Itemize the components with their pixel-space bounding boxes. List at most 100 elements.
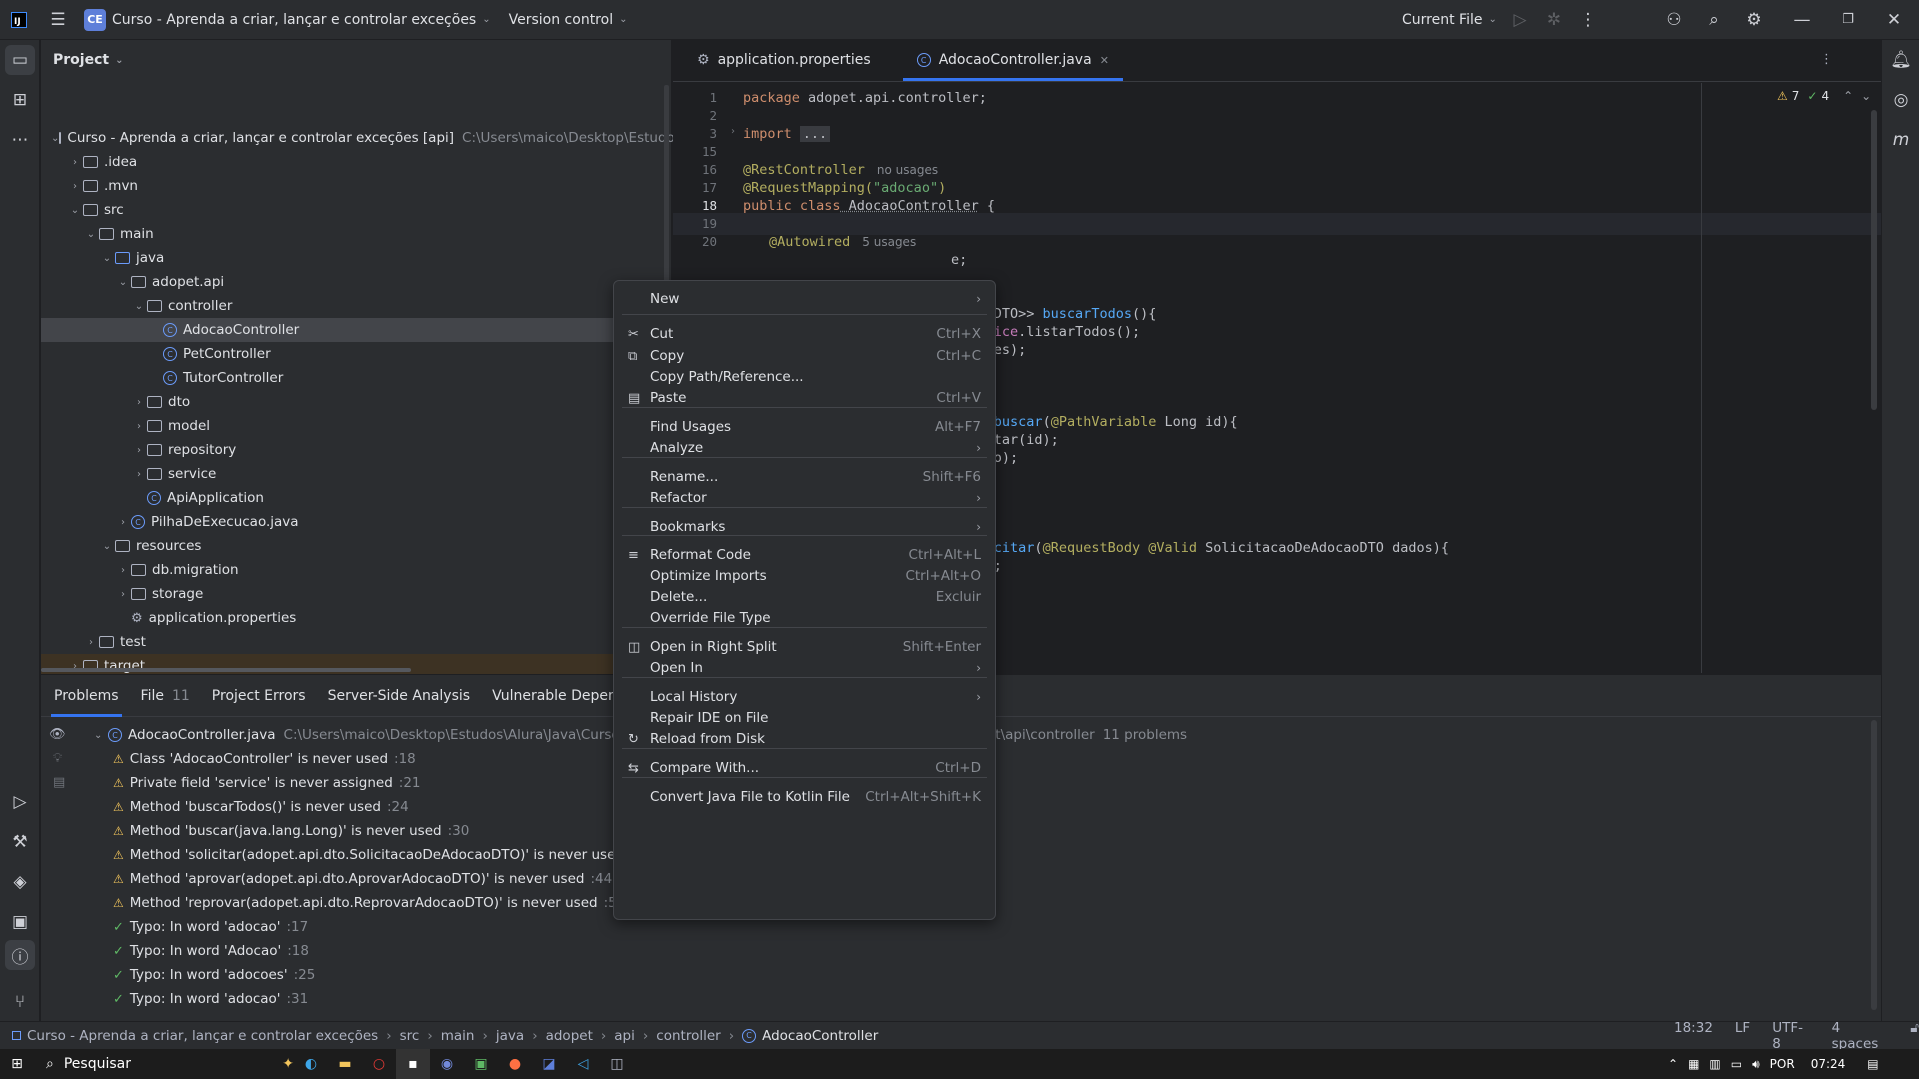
tab-application-properties[interactable]: ⚙ application.properties: [683, 39, 885, 81]
problem-item[interactable]: ⚠ Class 'AdocaoController' is never used:…: [113, 747, 416, 771]
line-ending[interactable]: LF: [1735, 1020, 1750, 1052]
chevron-right-icon[interactable]: ›: [67, 157, 83, 168]
chevron-right-icon[interactable]: ›: [131, 421, 147, 432]
run-icon[interactable]: ▷: [1502, 2, 1538, 38]
problem-item[interactable]: ⚠ Method 'reprovar(adopet.api.dto.Reprova…: [113, 891, 625, 915]
breadcrumb-item[interactable]: java: [496, 1028, 524, 1044]
discord-icon[interactable]: ◉: [430, 1049, 464, 1079]
chevron-right-icon[interactable]: ›: [115, 517, 131, 528]
tab-adocao-controller[interactable]: C AdocaoController.java ✕: [902, 39, 1124, 81]
breadcrumb-item[interactable]: api: [614, 1028, 635, 1044]
terminal-icon[interactable]: ▣: [0, 902, 40, 942]
tree-item[interactable]: ⌄ adopet.api: [41, 270, 661, 294]
chevron-down-icon[interactable]: ⌄: [99, 541, 115, 552]
tree-item[interactable]: C TutorController: [41, 366, 661, 390]
tree-item[interactable]: › .mvn: [41, 174, 661, 198]
pycharm-icon[interactable]: ▣: [464, 1049, 498, 1079]
git-icon[interactable]: ⑂: [0, 982, 40, 1022]
postman-icon[interactable]: ●: [498, 1049, 532, 1079]
tree-item[interactable]: › C PilhaDeExecucao.java: [41, 510, 661, 534]
problem-item[interactable]: ⚠ Method 'buscar(java.lang.Long)' is neve…: [113, 819, 469, 843]
eye-icon[interactable]: 👁︎: [49, 727, 66, 742]
notification-center-icon[interactable]: ▤: [1867, 1057, 1878, 1071]
chevron-down-icon[interactable]: ⌄: [131, 301, 147, 312]
tree-item[interactable]: ⌄ controller: [41, 294, 661, 318]
chevron-up-icon[interactable]: ⌃: [1668, 1057, 1678, 1071]
problem-item[interactable]: ⚠ Private field 'service' is never assign…: [113, 771, 421, 795]
menu-item[interactable]: Bookmarks ›: [614, 514, 995, 540]
chevron-right-icon[interactable]: ›: [131, 445, 147, 456]
tabs-more-icon[interactable]: ⋮: [1820, 52, 1833, 67]
chevron-right-icon[interactable]: ›: [83, 637, 99, 648]
breadcrumb-item[interactable]: AdocaoController: [762, 1028, 878, 1044]
language-indicator[interactable]: POR: [1770, 1057, 1795, 1071]
chevron-down-icon[interactable]: ⌄: [115, 277, 131, 288]
chevron-right-icon[interactable]: ›: [115, 565, 131, 576]
network-icon[interactable]: ▭: [1731, 1057, 1742, 1071]
tree-item[interactable]: ⚙ application.properties: [41, 606, 661, 630]
build-icon[interactable]: ⚒: [0, 822, 40, 862]
tree-item[interactable]: › test: [41, 630, 661, 654]
problems-tab[interactable]: File 11: [130, 675, 201, 717]
chevron-right-icon[interactable]: ›: [131, 469, 147, 480]
tree-item[interactable]: ⌄ src: [41, 198, 661, 222]
windows-start-icon[interactable]: ⊞: [0, 1049, 34, 1079]
menu-item[interactable]: New ›: [614, 286, 995, 312]
services-icon[interactable]: ◈: [0, 862, 40, 902]
problems-scrollbar[interactable]: [1871, 720, 1877, 1010]
volume-icon[interactable]: 🔊︎: [1752, 1057, 1760, 1072]
editor-scrollbar[interactable]: [1871, 110, 1877, 410]
indent[interactable]: 4 spaces: [1832, 1020, 1889, 1052]
settings-icon[interactable]: ⚙: [1736, 2, 1772, 38]
chevron-down-icon[interactable]: ⌄: [51, 133, 59, 144]
problem-item[interactable]: ⚠ Method 'aprovar(adopet.api.dto.AprovarA…: [113, 867, 612, 891]
tree-item[interactable]: › storage: [41, 582, 661, 606]
chevron-right-icon[interactable]: ›: [115, 589, 131, 600]
lock-icon[interactable]: 🔓︎: [1910, 1020, 1919, 1052]
minimize-icon[interactable]: —: [1784, 2, 1820, 38]
problems-tab[interactable]: Problems: [43, 675, 130, 717]
problem-file-row[interactable]: ⌄ C AdocaoController.java C:\Users\maico…: [94, 723, 656, 747]
problems-tab[interactable]: Server-Side Analysis: [317, 675, 481, 717]
tree-item[interactable]: C ApiApplication: [41, 486, 661, 510]
project-selector[interactable]: CE Curso - Aprenda a criar, lançar e con…: [84, 8, 491, 31]
preview-icon[interactable]: ▤: [53, 775, 65, 790]
search-icon[interactable]: ⌕: [1696, 2, 1732, 38]
maven-icon[interactable]: m: [1882, 120, 1919, 160]
close-tab-icon[interactable]: ✕: [1100, 54, 1109, 67]
bulb-icon[interactable]: 💡︎: [53, 751, 62, 766]
tree-item[interactable]: › .idea: [41, 150, 661, 174]
debug-icon[interactable]: ✲: [1536, 2, 1572, 38]
project-panel-header[interactable]: Project ⌄: [41, 40, 671, 80]
inspection-widget[interactable]: ⚠ 7 ✓ 4 ⌃ ⌄: [1777, 89, 1871, 103]
problem-item[interactable]: ✓ Typo: In word 'Adocao':18: [113, 939, 309, 963]
tree-item[interactable]: ⌄ java: [41, 246, 661, 270]
breadcrumb-item[interactable]: adopet: [546, 1028, 593, 1044]
encoding[interactable]: UTF-8: [1772, 1020, 1809, 1052]
add-user-icon[interactable]: ⚇: [1656, 2, 1692, 38]
breadcrumb-item[interactable]: src: [400, 1028, 420, 1044]
tree-item[interactable]: ⌄ Curso - Aprenda a criar, lançar e contr…: [41, 126, 682, 150]
app-icon[interactable]: ◫: [600, 1049, 634, 1079]
restore-icon[interactable]: ❐: [1830, 2, 1866, 38]
file-explorer-icon[interactable]: ▬: [328, 1049, 362, 1079]
vcs-selector[interactable]: Version control ⌄: [509, 12, 628, 28]
tree-item[interactable]: › model: [41, 414, 661, 438]
run-config-selector[interactable]: Current File ⌄: [1402, 12, 1497, 28]
more-icon[interactable]: ⋮: [1570, 2, 1606, 38]
project-tool-icon[interactable]: ▭: [5, 45, 35, 75]
caret-position[interactable]: 18:32: [1674, 1020, 1713, 1052]
chevron-right-icon[interactable]: ›: [131, 397, 147, 408]
run-tool-icon[interactable]: ▷: [0, 782, 40, 822]
chevron-right-icon[interactable]: ›: [67, 181, 83, 192]
tray-app-icon[interactable]: ▦: [1688, 1057, 1699, 1071]
clock[interactable]: 07:24: [1811, 1057, 1846, 1071]
ssms-icon[interactable]: ◪: [532, 1049, 566, 1079]
tree-item[interactable]: › repository: [41, 438, 661, 462]
chevron-up-icon[interactable]: ⌃: [1843, 89, 1853, 103]
tree-item[interactable]: ⌄ resources: [41, 534, 661, 558]
chevron-down-icon[interactable]: ⌄: [99, 253, 115, 264]
notifications-icon[interactable]: 🔔︎: [1882, 40, 1919, 80]
taskbar-search[interactable]: ⌕ Pesquisar ✦: [34, 1049, 294, 1079]
problems-tab[interactable]: Project Errors: [201, 675, 317, 717]
